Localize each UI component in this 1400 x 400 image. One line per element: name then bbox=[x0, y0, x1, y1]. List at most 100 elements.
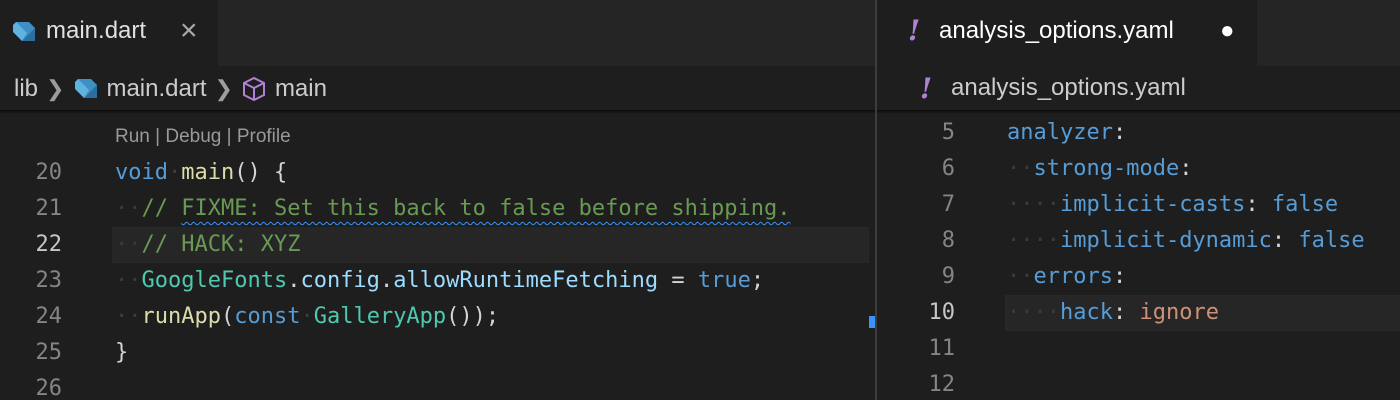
code-token: ·· bbox=[1007, 156, 1034, 181]
code-line[interactable]: 7 ····implicit-casts: false bbox=[877, 187, 1400, 223]
code-token: ·· bbox=[115, 232, 142, 257]
code-editor-left[interactable]: Run | Debug | Profile 20 void·main() { 21 ·… bbox=[0, 112, 875, 400]
code-token: void bbox=[115, 160, 168, 185]
code-line[interactable]: 24 ··runApp(const·GalleryApp()); bbox=[0, 299, 875, 335]
code-text: ··errors: bbox=[1007, 259, 1126, 295]
code-text: void·main() { bbox=[115, 155, 287, 191]
line-number: 26 bbox=[35, 376, 63, 400]
code-token: } bbox=[115, 340, 129, 365]
code-token: const bbox=[234, 304, 301, 329]
code-text: ··strong-mode: bbox=[1007, 151, 1192, 187]
code-token: · bbox=[167, 160, 182, 185]
code-text: analyzer: bbox=[1007, 115, 1126, 151]
code-line[interactable]: 20 void·main() { bbox=[0, 155, 875, 191]
line-number: 11 bbox=[928, 336, 956, 361]
code-token: allowRuntimeFetching bbox=[393, 268, 659, 293]
yaml-icon: ! bbox=[919, 71, 933, 105]
code-token: hack bbox=[1059, 300, 1113, 325]
code-text: } bbox=[115, 335, 128, 371]
line-number: 7 bbox=[941, 192, 955, 217]
code-token: ···· bbox=[1007, 228, 1060, 253]
code-token: () { bbox=[234, 160, 288, 185]
code-token: : bbox=[1112, 120, 1127, 145]
code-text: ··GoogleFonts.config.allowRuntimeFetchin… bbox=[115, 263, 764, 299]
breadcrumb-item-lib[interactable]: lib bbox=[14, 75, 38, 103]
tab-bar-right: ! analysis_options.yaml ● bbox=[877, 0, 1400, 66]
code-line[interactable]: 5 analyzer: bbox=[877, 115, 1400, 151]
code-token: : bbox=[1245, 192, 1272, 217]
code-token: ···· bbox=[1007, 192, 1060, 217]
code-token: // HACK: XYZ bbox=[141, 232, 301, 257]
code-token: ·· bbox=[1007, 264, 1034, 289]
cube-icon bbox=[241, 76, 267, 102]
chevron-right-icon: ❯ bbox=[214, 76, 233, 101]
codelens-actions[interactable]: Run | Debug | Profile bbox=[115, 126, 291, 148]
code-token: GalleryApp bbox=[313, 304, 447, 329]
code-token: = bbox=[658, 268, 698, 293]
code-token: analyzer bbox=[1007, 120, 1113, 145]
code-token: GoogleFonts bbox=[141, 268, 288, 293]
code-token: implicit-casts bbox=[1059, 192, 1246, 217]
line-number: 9 bbox=[941, 264, 955, 289]
code-token: config bbox=[300, 268, 380, 293]
line-number: 24 bbox=[35, 304, 63, 329]
tab-label: analysis_options.yaml bbox=[939, 17, 1174, 44]
code-token: true bbox=[697, 268, 751, 293]
line-number: 22 bbox=[35, 232, 63, 257]
code-token: main bbox=[181, 160, 235, 185]
tab-analysis-options[interactable]: ! analysis_options.yaml ● bbox=[877, 0, 1257, 66]
code-line[interactable]: 12 bbox=[877, 367, 1400, 400]
code-line[interactable]: 23 ··GoogleFonts.config.allowRuntimeFetch… bbox=[0, 263, 875, 299]
tab-bar-left: main.dart × bbox=[0, 0, 875, 66]
tab-label: main.dart bbox=[46, 17, 147, 44]
code-line[interactable]: 6 ··strong-mode: bbox=[877, 151, 1400, 187]
line-number: 25 bbox=[35, 340, 63, 365]
line-number: 10 bbox=[928, 300, 956, 325]
close-icon[interactable]: × bbox=[180, 14, 198, 48]
modified-dot-icon[interactable]: ● bbox=[1220, 17, 1235, 45]
code-text: ····implicit-casts: false bbox=[1007, 187, 1338, 223]
code-token: FIXME: Set this back to false before shi… bbox=[181, 196, 791, 221]
editor-group-right: ! analysis_options.yaml ● ! analysis_opt… bbox=[877, 0, 1400, 400]
code-token: strong-mode bbox=[1033, 156, 1180, 181]
code-token: : bbox=[1112, 300, 1140, 325]
line-number: 20 bbox=[35, 160, 63, 185]
code-line[interactable]: 22 ··// HACK: XYZ bbox=[0, 227, 875, 263]
code-token: : bbox=[1271, 228, 1299, 253]
code-line[interactable]: 21 ··// FIXME: Set this back to false bef… bbox=[0, 191, 875, 227]
breadcrumb-item-symbol[interactable]: main bbox=[275, 75, 327, 103]
code-token: false bbox=[1271, 192, 1339, 217]
code-token: // bbox=[141, 196, 182, 221]
code-line[interactable]: 11 bbox=[877, 331, 1400, 367]
line-number: 8 bbox=[941, 228, 955, 253]
code-line[interactable]: 9 ··errors: bbox=[877, 259, 1400, 295]
breadcrumb-item-file[interactable]: main.dart bbox=[106, 75, 206, 103]
code-token: ( bbox=[220, 304, 235, 329]
code-text: ··runApp(const·GalleryApp()); bbox=[115, 299, 499, 335]
breadcrumb-item-file[interactable]: analysis_options.yaml bbox=[951, 74, 1186, 102]
code-token: errors bbox=[1033, 264, 1113, 289]
line-number: 23 bbox=[35, 268, 63, 293]
code-token: ; bbox=[750, 268, 765, 293]
code-text: ··// FIXME: Set this back to false befor… bbox=[115, 191, 791, 227]
line-number: 5 bbox=[941, 120, 955, 145]
code-token: ignore bbox=[1139, 300, 1219, 325]
code-token: ·· bbox=[115, 196, 142, 221]
code-text: ··// HACK: XYZ bbox=[115, 227, 300, 263]
line-number: 21 bbox=[35, 196, 63, 221]
dart-icon bbox=[10, 19, 36, 52]
code-text: ····hack: ignore bbox=[1007, 295, 1219, 331]
yaml-icon: ! bbox=[907, 14, 921, 47]
dart-icon bbox=[72, 76, 98, 102]
code-line[interactable]: 8 ····implicit-dynamic: false bbox=[877, 223, 1400, 259]
code-line[interactable]: 25} bbox=[0, 335, 875, 371]
code-line[interactable]: 10 ····hack: ignore bbox=[877, 295, 1400, 331]
code-token: false bbox=[1298, 228, 1365, 253]
code-token: . bbox=[379, 268, 394, 293]
code-line[interactable]: 26 bbox=[0, 371, 875, 400]
code-token: : bbox=[1112, 264, 1127, 289]
code-token: ·· bbox=[115, 268, 142, 293]
chevron-right-icon: ❯ bbox=[46, 76, 65, 101]
tab-main-dart[interactable]: main.dart × bbox=[0, 0, 218, 66]
code-editor-right[interactable]: 5 analyzer: 6 ··strong-mode: 7 ····implicit-c… bbox=[877, 112, 1400, 400]
